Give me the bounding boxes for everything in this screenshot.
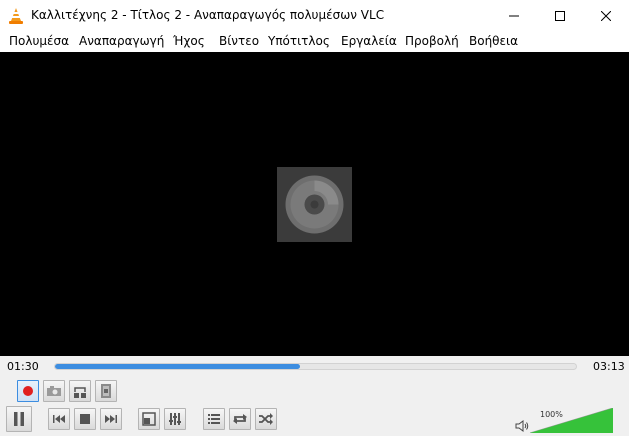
menu-playback[interactable]: Αναπαραγωγή (79, 34, 164, 48)
speaker-icon[interactable] (515, 419, 529, 433)
next-button[interactable] (100, 408, 122, 430)
stop-icon (80, 414, 90, 424)
time-total[interactable]: 03:13 (593, 360, 625, 373)
playlist-icon (208, 414, 220, 424)
disc-icon (285, 175, 344, 234)
volume-slider[interactable] (530, 408, 613, 433)
frame-step-icon (101, 384, 111, 398)
loop-ab-button[interactable] (69, 380, 91, 402)
pause-icon (14, 412, 24, 426)
maximize-button[interactable] (537, 0, 583, 31)
seek-progress (55, 364, 300, 369)
minimize-icon (509, 15, 519, 16)
loop-button[interactable] (229, 408, 251, 430)
stop-button[interactable] (74, 408, 96, 430)
video-area[interactable] (0, 52, 629, 356)
extended-settings-button[interactable] (164, 408, 186, 430)
menu-view[interactable]: Προβολή (405, 34, 459, 48)
menu-bar: Πολυμέσα Αναπαραγωγή Ήχος Βίντεο Υπότιτλ… (0, 31, 629, 52)
menu-media[interactable]: Πολυμέσα (9, 34, 69, 48)
loop-icon (233, 414, 247, 424)
fullscreen-button[interactable] (138, 408, 160, 430)
seek-row: 01:30 03:13 (0, 356, 629, 378)
random-button[interactable] (255, 408, 277, 430)
menu-video[interactable]: Βίντεο (219, 34, 259, 48)
close-button[interactable] (583, 0, 629, 31)
frame-step-button[interactable] (95, 380, 117, 402)
next-icon (105, 415, 117, 423)
close-icon (601, 10, 611, 21)
equalizer-icon (169, 413, 181, 425)
record-icon (23, 386, 33, 396)
playlist-button[interactable] (203, 408, 225, 430)
maximize-icon (555, 10, 565, 21)
album-art (277, 167, 352, 242)
menu-subtitle[interactable]: Υπότιτλος (268, 34, 330, 48)
menu-help[interactable]: Βοήθεια (469, 34, 518, 48)
previous-button[interactable] (48, 408, 70, 430)
window-title: Καλλιτέχνης 2 - Τίτλος 2 - Αναπαραγωγός … (31, 8, 385, 22)
vlc-cone-icon (9, 8, 23, 24)
minimize-button[interactable] (491, 0, 537, 31)
snapshot-button[interactable] (43, 380, 65, 402)
previous-icon (53, 415, 65, 423)
time-elapsed[interactable]: 01:30 (7, 360, 39, 373)
title-bar: Καλλιτέχνης 2 - Τίτλος 2 - Αναπαραγωγός … (0, 0, 629, 31)
loop-ab-icon (74, 387, 86, 398)
menu-tools[interactable]: Εργαλεία (341, 34, 397, 48)
snapshot-icon (47, 386, 61, 396)
seek-slider[interactable] (54, 363, 577, 370)
fullscreen-icon (142, 412, 156, 426)
shuffle-icon (259, 413, 273, 425)
pause-button[interactable] (6, 406, 32, 432)
menu-audio[interactable]: Ήχος (173, 34, 205, 48)
record-button[interactable] (17, 380, 39, 402)
